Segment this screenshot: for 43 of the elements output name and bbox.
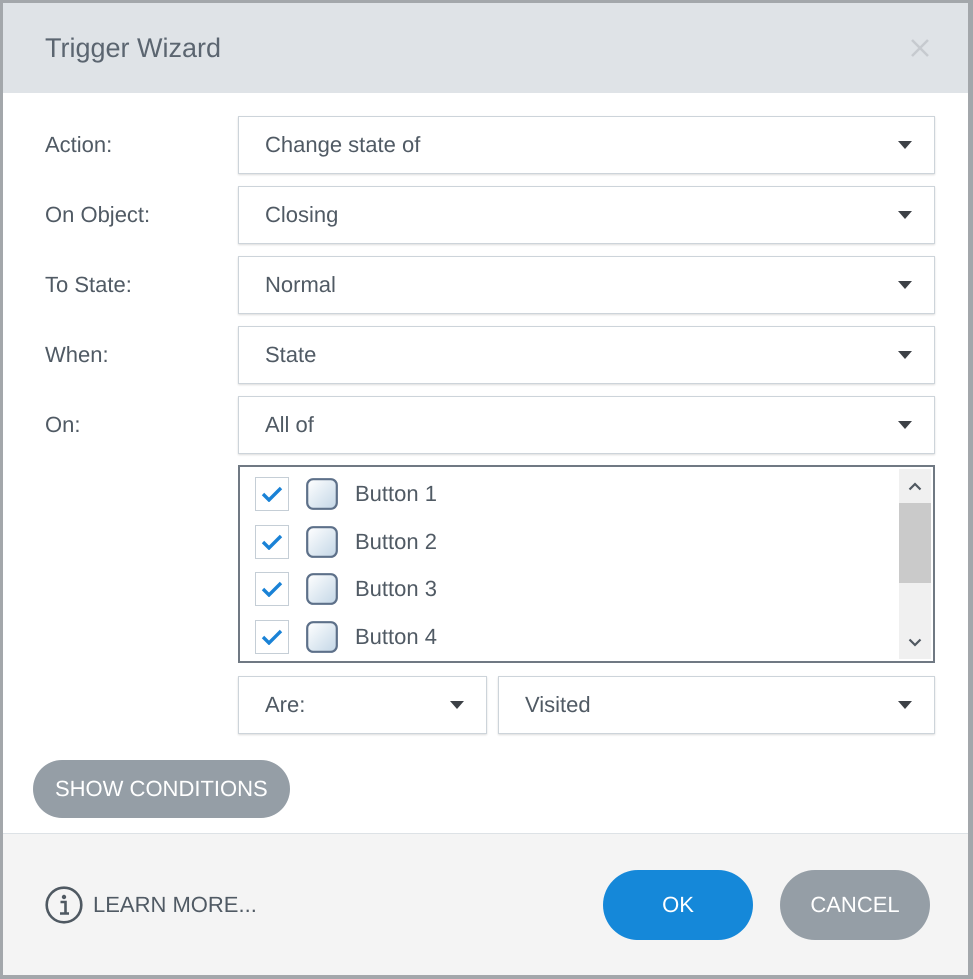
ok-button[interactable]: OK xyxy=(603,870,753,940)
rounded-square-icon xyxy=(306,478,338,510)
checkmark-icon xyxy=(261,486,283,502)
field-label: On: xyxy=(44,412,80,438)
field-label: Action: xyxy=(44,132,112,158)
dropdown[interactable]: Closing xyxy=(238,186,935,244)
caret-icon xyxy=(898,701,912,709)
caret-icon xyxy=(898,421,912,429)
rounded-square-icon xyxy=(306,573,338,606)
list-item-label: Button 4 xyxy=(355,624,437,650)
field-label: On Object: xyxy=(44,202,150,228)
caret-icon xyxy=(898,281,912,289)
dropdown[interactable]: Visited xyxy=(498,676,935,734)
field-label: To State: xyxy=(44,272,132,298)
rounded-square-icon xyxy=(306,526,338,558)
caret-icon xyxy=(898,211,912,219)
caret-icon xyxy=(450,701,464,709)
dropdown[interactable]: Normal xyxy=(238,256,935,314)
dropdown[interactable]: All of xyxy=(238,396,935,454)
checkbox[interactable] xyxy=(255,620,289,654)
checkbox[interactable] xyxy=(255,476,289,511)
scroll-down-icon[interactable] xyxy=(908,638,922,646)
checkmark-icon xyxy=(261,534,283,550)
learn-more-link[interactable]: LEARN MORE... xyxy=(93,892,257,918)
list-item-label: Button 2 xyxy=(355,528,437,555)
checkmark-icon xyxy=(261,629,283,646)
dropdown[interactable]: Are: xyxy=(238,676,487,734)
scroll-up-icon[interactable] xyxy=(908,482,922,490)
scrollbar-track[interactable] xyxy=(899,469,931,659)
caret-icon xyxy=(898,141,912,149)
dropdown[interactable]: Change state of xyxy=(238,116,935,174)
caret-icon xyxy=(898,351,912,359)
list-item-label: Button 3 xyxy=(355,576,437,602)
checkbox[interactable] xyxy=(255,524,289,559)
info-icon xyxy=(45,886,83,924)
checkbox[interactable] xyxy=(255,572,289,606)
scrollbar-thumb[interactable] xyxy=(899,503,931,583)
field-label: When: xyxy=(44,342,109,368)
rounded-square-icon xyxy=(306,621,338,654)
dropdown[interactable]: State xyxy=(238,326,935,384)
dialog-title: Trigger Wizard xyxy=(45,32,222,64)
list-item-label: Button 1 xyxy=(355,480,437,507)
checkmark-icon xyxy=(261,581,283,598)
